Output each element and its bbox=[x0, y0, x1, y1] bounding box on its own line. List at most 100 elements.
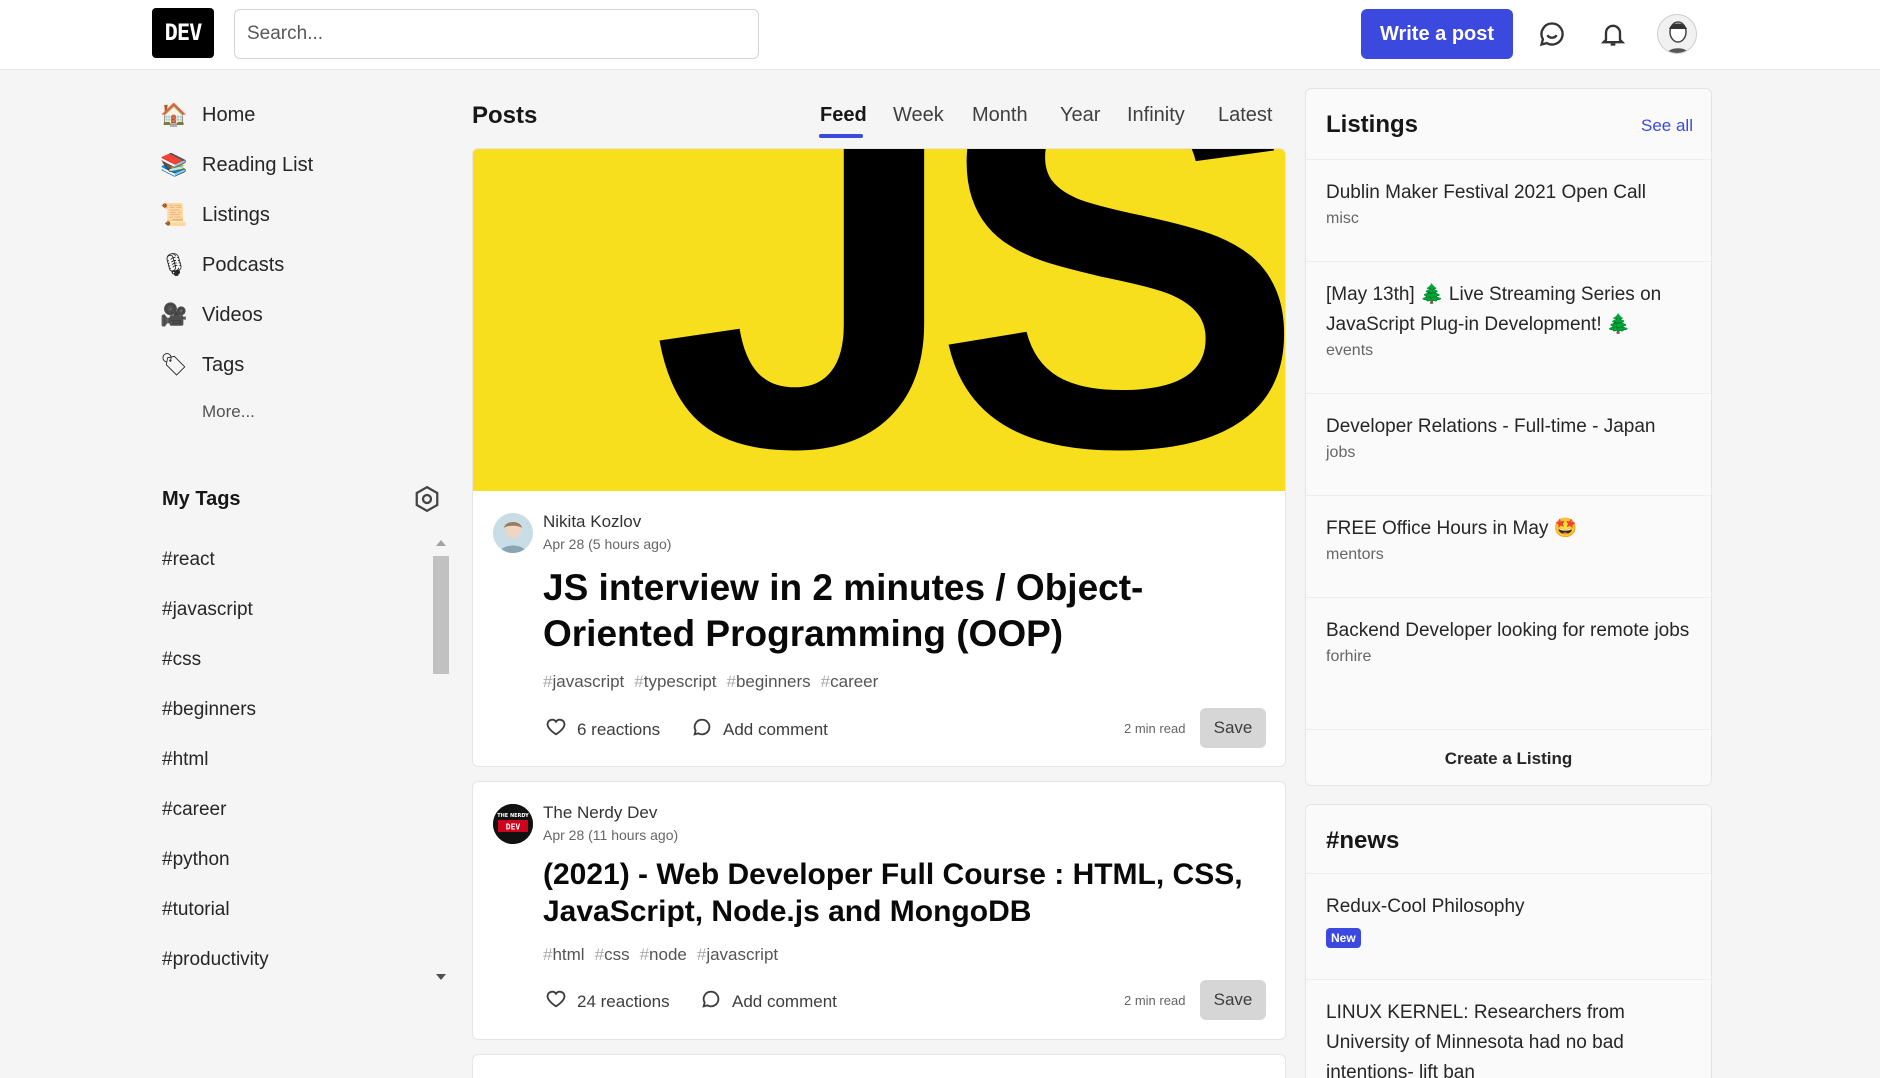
post-cover-image[interactable]: JS bbox=[473, 149, 1285, 491]
sidebar-item-reading-list[interactable]: 📚 Reading List bbox=[160, 143, 313, 187]
post-card[interactable] bbox=[472, 1054, 1286, 1078]
sidebar-item-label: Home bbox=[202, 103, 256, 126]
sidebar-item-label: Videos bbox=[202, 303, 263, 326]
news-item[interactable]: LINUX KERNEL: Researchers from Universit… bbox=[1306, 979, 1711, 1078]
listing-title: [May 13th] 🌲 Live Streaming Series on Ja… bbox=[1326, 284, 1662, 335]
news-item[interactable]: Redux-Cool Philosophy New bbox=[1306, 873, 1711, 979]
tab-feed[interactable]: Feed bbox=[820, 104, 867, 127]
post-tag[interactable]: #beginners bbox=[727, 672, 811, 692]
post-tags: #javascript #typescript #beginners #care… bbox=[543, 672, 878, 692]
add-comment-button[interactable]: Add comment bbox=[691, 716, 828, 743]
listing-item[interactable]: Dublin Maker Festival 2021 Open Call mis… bbox=[1306, 159, 1711, 261]
listing-item[interactable]: [May 13th] 🌲 Live Streaming Series on Ja… bbox=[1306, 261, 1711, 393]
tag-link[interactable]: #html bbox=[162, 749, 208, 771]
tab-latest[interactable]: Latest bbox=[1218, 104, 1272, 127]
create-listing-button[interactable]: Create a Listing bbox=[1306, 729, 1711, 785]
save-button[interactable]: Save bbox=[1200, 708, 1266, 748]
tag-link[interactable]: #tutorial bbox=[162, 899, 230, 921]
add-comment-label: Add comment bbox=[732, 991, 837, 1011]
author-avatar[interactable]: THE NERDY DEV bbox=[493, 804, 533, 844]
post-tag[interactable]: #css bbox=[595, 945, 630, 965]
add-comment-label: Add comment bbox=[723, 719, 828, 739]
scroll-down-arrow-icon[interactable] bbox=[436, 974, 446, 980]
tag-icon: 🏷 bbox=[160, 352, 188, 377]
tab-infinity[interactable]: Infinity bbox=[1127, 104, 1185, 127]
cover-js-text: JS bbox=[651, 149, 1285, 491]
listings-widget: Listings See all Dublin Maker Festival 2… bbox=[1305, 88, 1712, 786]
post-date[interactable]: Apr 28 (11 hours ago) bbox=[543, 827, 678, 843]
reactions-button[interactable]: 6 reactions bbox=[545, 716, 660, 743]
sidebar-item-listings[interactable]: 📜 Listings bbox=[160, 193, 270, 237]
post-card[interactable]: JS Nikita Kozlov Apr 28 (5 hours ago) JS… bbox=[472, 148, 1286, 767]
listing-title: Developer Relations - Full-time - Japan bbox=[1326, 416, 1656, 437]
news-title: LINUX KERNEL: Researchers from Universit… bbox=[1326, 1002, 1625, 1078]
tag-link[interactable]: #career bbox=[162, 799, 226, 821]
tag-link[interactable]: #python bbox=[162, 849, 230, 871]
active-tab-indicator bbox=[819, 134, 863, 138]
sidebar-item-videos[interactable]: 🎥 Videos bbox=[160, 293, 263, 337]
listing-item[interactable]: Backend Developer looking for remote job… bbox=[1306, 597, 1711, 729]
tag-link[interactable]: #productivity bbox=[162, 949, 269, 971]
news-title: Redux-Cool Philosophy bbox=[1326, 896, 1525, 917]
home-icon: 🏠 bbox=[160, 102, 188, 127]
svg-text:THE NERDY: THE NERDY bbox=[497, 813, 529, 819]
listing-category: forhire bbox=[1326, 648, 1372, 665]
svg-text:DEV: DEV bbox=[506, 823, 521, 832]
heart-icon bbox=[545, 988, 567, 1015]
tags-scrollbar[interactable] bbox=[433, 556, 449, 674]
post-card[interactable]: THE NERDY DEV The Nerdy Dev Apr 28 (11 h… bbox=[472, 781, 1286, 1040]
listing-category: jobs bbox=[1326, 444, 1356, 461]
reactions-count: 24 reactions bbox=[577, 991, 670, 1011]
tag-link[interactable]: #beginners bbox=[162, 699, 256, 721]
author-avatar[interactable] bbox=[493, 513, 533, 553]
author-name[interactable]: The Nerdy Dev bbox=[543, 803, 657, 823]
listing-title: FREE Office Hours in May 🤩 bbox=[1326, 518, 1578, 539]
user-avatar[interactable] bbox=[1657, 14, 1697, 54]
sidebar-item-label: Listings bbox=[202, 203, 270, 226]
sidebar-item-home[interactable]: 🏠 Home bbox=[160, 93, 255, 137]
tab-month[interactable]: Month bbox=[972, 104, 1028, 127]
listing-category: misc bbox=[1326, 210, 1359, 227]
post-date[interactable]: Apr 28 (5 hours ago) bbox=[543, 536, 671, 552]
scroll-up-arrow-icon[interactable] bbox=[436, 540, 446, 546]
author-name[interactable]: Nikita Kozlov bbox=[543, 512, 641, 532]
listing-item[interactable]: Developer Relations - Full-time - Japan … bbox=[1306, 393, 1711, 495]
listings-icon: 📜 bbox=[160, 202, 188, 227]
notification-bell-icon[interactable] bbox=[1593, 14, 1633, 54]
reactions-button[interactable]: 24 reactions bbox=[545, 988, 670, 1015]
read-time: 2 min read bbox=[1124, 721, 1186, 736]
post-tag[interactable]: #javascript bbox=[543, 672, 624, 692]
search-input[interactable] bbox=[234, 9, 759, 59]
sidebar-item-podcasts[interactable]: 🎙 Podcasts bbox=[160, 243, 284, 287]
save-button[interactable]: Save bbox=[1200, 980, 1266, 1020]
write-post-button[interactable]: Write a post bbox=[1361, 9, 1513, 59]
my-tags-heading: My Tags bbox=[162, 488, 241, 510]
tag-link[interactable]: #react bbox=[162, 549, 215, 571]
tag-link[interactable]: #css bbox=[162, 649, 201, 671]
posts-heading: Posts bbox=[472, 102, 538, 129]
post-tag[interactable]: #node bbox=[640, 945, 687, 965]
dev-logo[interactable]: DEV bbox=[152, 8, 214, 58]
video-camera-icon: 🎥 bbox=[160, 302, 188, 327]
more-link[interactable]: More... bbox=[202, 402, 255, 422]
tab-year[interactable]: Year bbox=[1060, 104, 1100, 127]
post-tag[interactable]: #javascript bbox=[697, 945, 778, 965]
tags-settings-icon[interactable] bbox=[412, 484, 442, 514]
tag-link[interactable]: #javascript bbox=[162, 599, 253, 621]
listing-item[interactable]: FREE Office Hours in May 🤩 mentors bbox=[1306, 495, 1711, 597]
chat-icon[interactable] bbox=[1532, 14, 1572, 54]
microphone-icon: 🎙 bbox=[160, 252, 188, 277]
news-widget: #news Redux-Cool Philosophy New LINUX KE… bbox=[1305, 804, 1712, 1078]
post-tag[interactable]: #typescript bbox=[634, 672, 716, 692]
listing-category: events bbox=[1326, 342, 1374, 359]
see-all-listings-link[interactable]: See all bbox=[1641, 116, 1693, 136]
post-title[interactable]: (2021) - Web Developer Full Course : HTM… bbox=[543, 856, 1273, 930]
tab-week[interactable]: Week bbox=[893, 104, 944, 127]
sidebar-item-tags[interactable]: 🏷 Tags bbox=[160, 343, 244, 387]
listing-category: mentors bbox=[1326, 546, 1384, 563]
add-comment-button[interactable]: Add comment bbox=[700, 988, 837, 1015]
post-tag[interactable]: #career bbox=[821, 672, 879, 692]
post-tag[interactable]: #html bbox=[543, 945, 585, 965]
comment-icon bbox=[700, 988, 722, 1015]
post-title[interactable]: JS interview in 2 minutes / Object-Orien… bbox=[543, 565, 1243, 657]
